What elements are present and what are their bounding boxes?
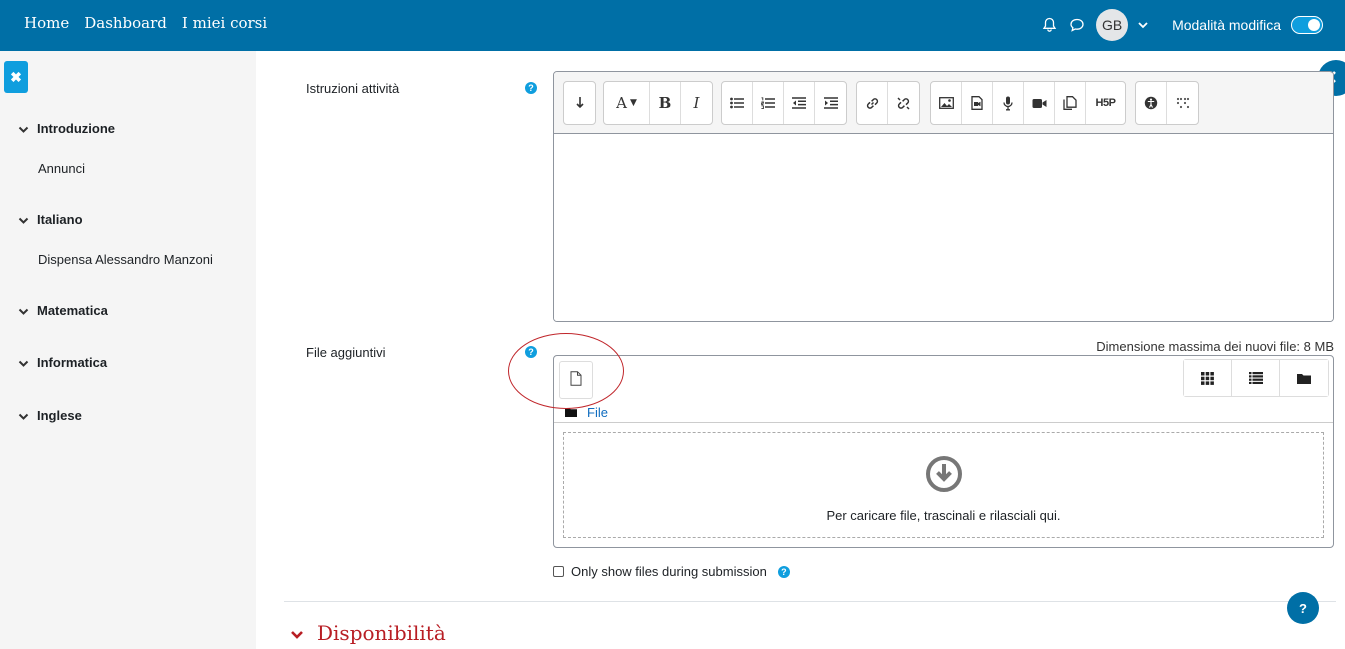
grid-view-icon[interactable] [1184,360,1232,396]
message-drawer-icon[interactable] [1068,16,1086,34]
rich-text-editor: A ▼ B I H5P [553,71,1334,322]
section-title: Inglese [37,408,82,423]
italic-glyph: I [693,94,700,112]
only-show-files-label: Only show files during submission [571,564,767,579]
download-arrow-icon [925,455,963,493]
edit-mode-label: Modalità modifica [1172,17,1281,33]
toolbar-group-links [856,81,920,125]
file-dropzone[interactable]: Per caricare file, trascinali e rilascia… [563,432,1324,538]
record-audio-icon[interactable] [993,82,1024,124]
availability-heading: Disponibilità [317,621,446,645]
h5p-glyph: H5P [1095,97,1116,109]
image-icon[interactable] [931,82,962,124]
top-navbar: Home Dashboard I miei corsi GB Modalità … [0,0,1345,51]
media-icon[interactable] [962,82,993,124]
accessibility-checker-icon[interactable] [1136,82,1167,124]
chevron-down-icon [18,305,29,316]
files-label: File aggiuntivi [306,345,386,360]
file-manager: File Per caricare file, trascinali e ril… [553,355,1334,548]
section-introduzione[interactable]: Introduzione [18,121,115,136]
link-icon[interactable] [857,82,888,124]
folder-path-link[interactable]: File [587,405,608,420]
footer-help-button[interactable]: ? [1287,592,1319,624]
close-drawer-button[interactable]: ✖ [4,61,28,93]
view-mode-switcher [1183,359,1329,397]
user-menu-chevron-down-icon[interactable] [1138,16,1148,34]
course-index-drawer: ✖ Introduzione Annunci Italiano Dispensa… [0,51,256,649]
bold-icon[interactable]: B [650,82,681,124]
record-video-icon[interactable] [1024,82,1055,124]
activity-link-dispensa[interactable]: Dispensa Alessandro Manzoni [38,252,213,267]
screenreader-helper-icon[interactable] [1167,82,1198,124]
instructions-help-icon[interactable]: ? [525,82,537,94]
availability-section-header[interactable]: Disponibilità [290,621,446,645]
bullet-list-icon[interactable] [722,82,753,124]
manage-files-icon[interactable] [1055,82,1086,124]
only-show-files-help-icon[interactable]: ? [777,565,790,578]
section-italiano[interactable]: Italiano [18,212,83,227]
bold-glyph: B [658,94,672,112]
indent-icon[interactable] [815,82,846,124]
nav-dashboard-link[interactable]: Dashboard [84,14,167,32]
section-title: Introduzione [37,121,115,136]
font-style-icon[interactable]: A ▼ [604,82,650,124]
primary-navigation: Home Dashboard I miei corsi [24,14,267,32]
only-show-files-checkbox[interactable] [553,566,564,577]
section-matematica[interactable]: Matematica [18,303,108,318]
chevron-down-icon [18,357,29,368]
unlink-icon[interactable] [888,82,919,124]
chevron-down-icon [18,123,29,134]
outdent-icon[interactable] [784,82,815,124]
activity-link-annunci[interactable]: Annunci [38,161,85,176]
italic-icon[interactable]: I [681,82,712,124]
close-icon: ✖ [10,68,22,85]
chevron-down-icon [18,214,29,225]
instructions-label: Istruzioni attività [306,81,400,96]
h5p-icon[interactable]: H5P [1086,82,1125,124]
toolbar-group-lists [721,81,847,125]
tree-view-folder-icon[interactable] [1280,360,1328,396]
navbar-user-area: GB Modalità modifica [1040,9,1323,41]
user-avatar[interactable]: GB [1096,9,1129,41]
collapse-icon[interactable] [564,82,595,124]
chevron-down-icon [18,410,29,421]
editor-toolbar: A ▼ B I H5P [554,72,1333,134]
toolbar-group-style: A ▼ B I [603,81,713,125]
max-file-size-text: Dimensione massima dei nuovi file: 8 MB [1096,339,1334,354]
chevron-down-icon [290,621,304,645]
section-informatica[interactable]: Informatica [18,355,107,370]
section-divider [284,601,1336,602]
section-title: Italiano [37,212,83,227]
editor-content-area[interactable] [554,134,1333,321]
dropzone-text: Per caricare file, trascinali e rilascia… [826,508,1061,523]
toolbar-group-accessibility [1135,81,1199,125]
section-title: Matematica [37,303,108,318]
section-title: Informatica [37,355,108,370]
nav-home-link[interactable]: Home [24,14,69,32]
edit-mode-toggle[interactable] [1291,16,1323,34]
section-inglese[interactable]: Inglese [18,408,82,423]
bell-icon[interactable] [1040,16,1058,34]
list-view-icon[interactable] [1232,360,1280,396]
toolbar-group-collapse [563,81,596,125]
toolbar-group-media: H5P [930,81,1126,125]
file-manager-divider [554,422,1333,423]
numbered-list-icon[interactable] [753,82,784,124]
nav-my-courses-link[interactable]: I miei corsi [182,14,267,32]
only-show-files-row: Only show files during submission ? [553,564,790,579]
red-annotation-circle [508,333,624,409]
